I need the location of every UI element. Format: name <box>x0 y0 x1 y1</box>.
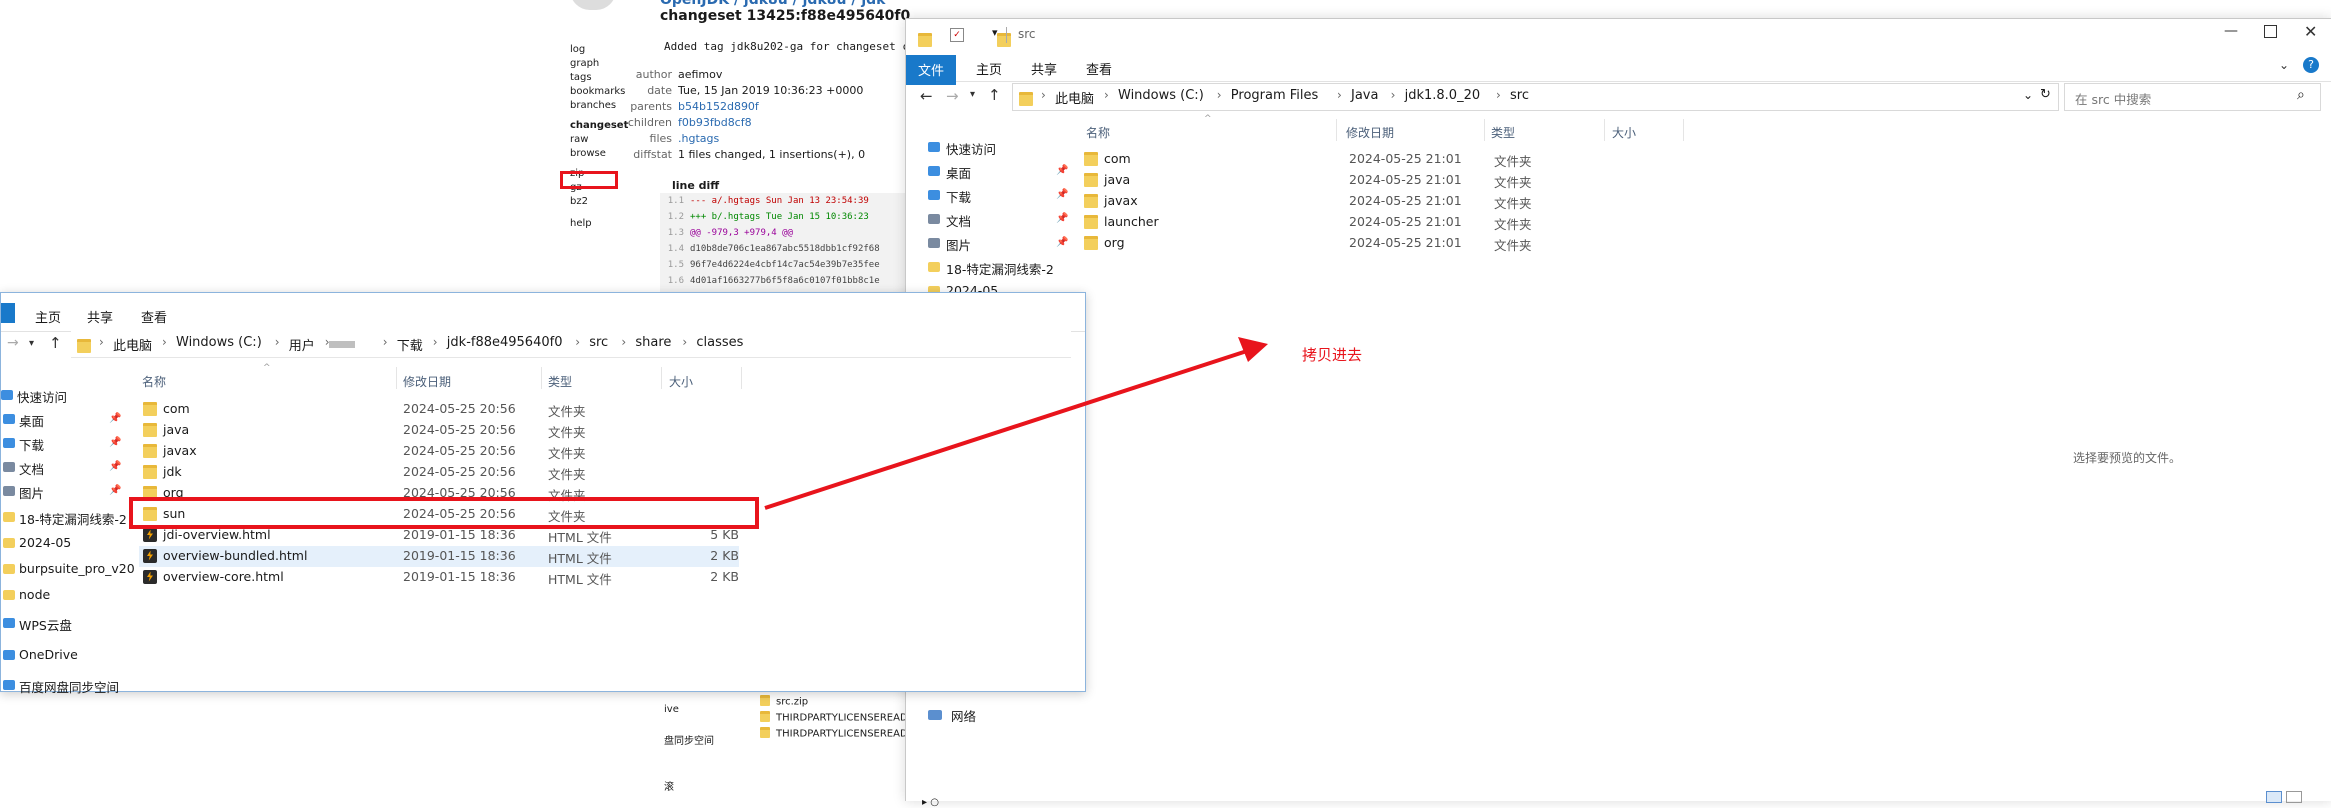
copy-arrow <box>764 337 1268 510</box>
annotation-text: 拷贝进去 <box>1302 346 1363 364</box>
